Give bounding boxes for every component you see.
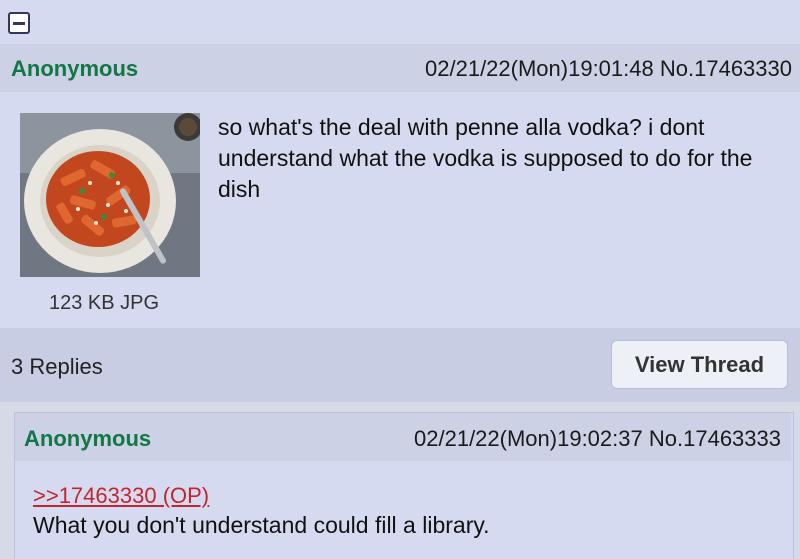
op-post-header: Anonymous 02/21/22(Mon)19:01:48 No.17463…: [0, 44, 800, 92]
post-number[interactable]: No.17463333: [649, 426, 781, 451]
reply-count: 3 Replies: [11, 354, 103, 379]
minus-square-icon[interactable]: [8, 12, 30, 34]
poster-name: Anonymous: [11, 56, 139, 81]
thread-footer: 3 Replies View Thread: [0, 328, 800, 402]
quote-link[interactable]: >>17463330 (OP): [33, 483, 209, 509]
op-comment: so what's the deal with penne alla vodka…: [218, 114, 753, 202]
file-info: 123 KB JPG: [49, 292, 160, 314]
reply-comment: What you don't understand could fill a l…: [33, 512, 490, 538]
post-datetime: 02/21/22(Mon)19:01:48: [425, 56, 654, 81]
post-datetime-and-number: 02/21/22(Mon)19:01:48 No.17463330: [425, 56, 792, 82]
poster-name: Anonymous: [24, 426, 152, 451]
op-post: Anonymous 02/21/22(Mon)19:01:48 No.17463…: [0, 0, 800, 402]
view-thread-button[interactable]: View Thread: [611, 340, 788, 389]
post-datetime: 02/21/22(Mon)19:02:37: [414, 426, 643, 451]
post-number[interactable]: No.17463330: [660, 56, 792, 81]
penne-pasta-image[interactable]: [20, 113, 200, 277]
reply-post: Anonymous 02/21/22(Mon)19:02:37 No.17463…: [14, 412, 794, 559]
reply-post-header: Anonymous 02/21/22(Mon)19:02:37 No.17463…: [15, 413, 791, 461]
post-datetime-and-number: 02/21/22(Mon)19:02:37 No.17463333: [414, 426, 781, 452]
